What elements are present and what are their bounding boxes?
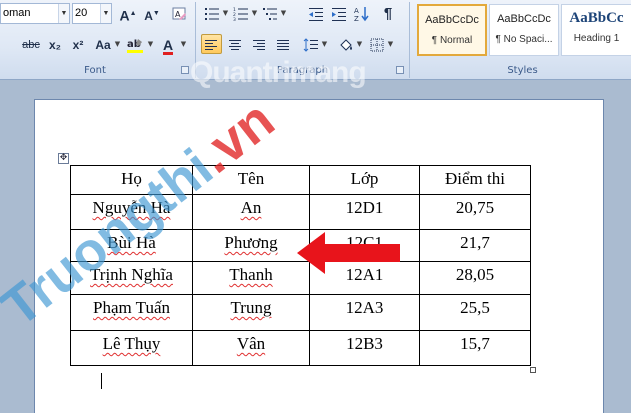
align-center-icon xyxy=(229,40,241,50)
table-cell[interactable]: Thanh xyxy=(192,261,310,295)
table-row: Phạm Tuấn Trung 12A3 25,5 xyxy=(70,294,531,331)
clear-formatting-button[interactable]: A xyxy=(168,3,190,23)
numbering-icon: 1 2 3 xyxy=(233,7,248,23)
subscript-button[interactable]: x₂ xyxy=(45,34,65,54)
table-cell[interactable]: Vân xyxy=(192,330,310,366)
shading-button[interactable] xyxy=(336,34,356,54)
bullets-icon xyxy=(205,8,219,20)
bullets-dropdown[interactable]: ▼ xyxy=(222,3,229,23)
decrease-indent-icon xyxy=(309,8,323,21)
table-cell[interactable]: 25,5 xyxy=(419,294,531,331)
align-right-button[interactable] xyxy=(249,34,270,54)
font-name-combobox[interactable]: oman ▼ xyxy=(0,3,70,24)
table-cell[interactable]: Lê Thụy xyxy=(70,330,193,366)
strikethrough-button[interactable]: abc xyxy=(20,34,42,54)
sort-icon: A Z xyxy=(354,7,369,23)
style-sample: AaBbCc xyxy=(569,10,624,26)
table-cell[interactable]: 21,7 xyxy=(419,229,531,262)
table-cell[interactable]: 12A3 xyxy=(309,294,420,331)
multilevel-list-dropdown[interactable]: ▼ xyxy=(280,3,287,23)
justify-icon xyxy=(277,40,289,50)
sort-button[interactable]: A Z xyxy=(352,3,372,23)
style-no-spacing[interactable]: AaBbCcDc ¶ No Spaci... xyxy=(489,4,559,56)
table-cell[interactable]: Phạm Tuấn xyxy=(70,294,193,331)
highlight-dropdown[interactable]: ▼ xyxy=(147,34,154,54)
increase-indent-icon xyxy=(332,8,346,21)
chevron-down-icon[interactable]: ▼ xyxy=(58,4,69,23)
multilevel-list-button[interactable] xyxy=(260,3,280,23)
style-heading-1[interactable]: AaBbCc Heading 1 xyxy=(561,4,631,56)
styles-group-label: Styles xyxy=(507,65,538,76)
font-group-label: Font xyxy=(84,65,106,76)
paragraph-dialog-launcher[interactable] xyxy=(396,66,404,74)
watermark-logo: Quantrimang xyxy=(190,56,367,89)
numbering-dropdown[interactable]: ▼ xyxy=(251,3,258,23)
font-color-button[interactable]: A xyxy=(157,34,179,55)
align-center-button[interactable] xyxy=(225,34,246,54)
change-case-dropdown[interactable]: ▼ xyxy=(114,34,121,54)
shading-dropdown[interactable]: ▼ xyxy=(356,34,363,54)
header-cell[interactable]: Lớp xyxy=(309,165,420,195)
paint-bucket-icon xyxy=(340,39,352,51)
bullets-button[interactable] xyxy=(202,3,222,23)
font-color-dropdown[interactable]: ▼ xyxy=(180,34,187,54)
table-cell[interactable]: 12D1 xyxy=(309,194,420,230)
style-sample: AaBbCcDc xyxy=(497,13,551,25)
text-cursor xyxy=(101,373,102,389)
svg-text:3: 3 xyxy=(233,17,236,21)
font-dialog-launcher[interactable] xyxy=(181,66,189,74)
numbering-button[interactable]: 1 2 3 xyxy=(231,3,251,23)
table-cell[interactable]: 20,75 xyxy=(419,194,531,230)
align-left-icon xyxy=(205,40,217,50)
show-formatting-button[interactable]: ¶ xyxy=(378,3,398,23)
borders-button[interactable] xyxy=(367,34,387,54)
line-spacing-dropdown[interactable]: ▼ xyxy=(321,34,328,54)
superscript-button[interactable]: x² xyxy=(68,34,88,54)
svg-text:Z: Z xyxy=(354,15,359,22)
align-right-icon xyxy=(253,40,265,50)
style-name: ¶ Normal xyxy=(431,35,473,46)
highlighter-icon: ab xyxy=(127,39,143,53)
table-cell[interactable]: 28,05 xyxy=(419,261,531,295)
font-size-value: 20 xyxy=(75,7,88,19)
red-arrow-annotation xyxy=(297,232,400,274)
shrink-font-button[interactable]: A▼ xyxy=(141,3,163,23)
decrease-indent-button[interactable] xyxy=(306,3,326,23)
increase-indent-button[interactable] xyxy=(329,3,349,23)
table-cell[interactable]: Phương xyxy=(192,229,310,262)
style-sample: AaBbCcDc xyxy=(425,14,479,26)
font-size-combobox[interactable]: 20 ▼ xyxy=(72,3,112,24)
line-spacing-icon xyxy=(303,38,318,52)
table-cell[interactable]: 15,7 xyxy=(419,330,531,366)
justify-button[interactable] xyxy=(273,34,294,54)
align-left-button[interactable] xyxy=(201,34,222,54)
svg-text:A: A xyxy=(175,10,181,19)
header-cell[interactable]: Điểm thi xyxy=(419,165,531,195)
change-case-button[interactable]: Aa xyxy=(92,34,114,54)
style-normal[interactable]: AaBbCcDc ¶ Normal xyxy=(417,4,487,56)
table-cell[interactable]: Trung xyxy=(192,294,310,331)
line-spacing-button[interactable] xyxy=(301,34,321,54)
chevron-down-icon[interactable]: ▼ xyxy=(100,4,111,23)
table-cell[interactable]: 12B3 xyxy=(309,330,420,366)
pilcrow-icon: ¶ xyxy=(383,5,393,22)
eraser-icon: A xyxy=(172,7,186,20)
font-name-value: oman xyxy=(3,7,31,19)
svg-text:A: A xyxy=(354,7,359,15)
table-move-handle[interactable]: ✥ xyxy=(58,153,69,164)
borders-icon xyxy=(370,38,384,52)
highlight-button[interactable]: ab xyxy=(124,34,146,54)
multilevel-list-icon xyxy=(263,8,277,20)
grow-font-button[interactable]: A▲ xyxy=(117,3,139,24)
table-resize-handle[interactable] xyxy=(530,367,536,373)
group-separator xyxy=(409,2,410,78)
style-name: Heading 1 xyxy=(573,33,620,44)
table-cell[interactable]: An xyxy=(192,194,310,230)
style-name: ¶ No Spaci... xyxy=(495,34,553,45)
table-row: Lê Thụy Vân 12B3 15,7 xyxy=(70,330,531,366)
borders-dropdown[interactable]: ▼ xyxy=(387,34,394,54)
